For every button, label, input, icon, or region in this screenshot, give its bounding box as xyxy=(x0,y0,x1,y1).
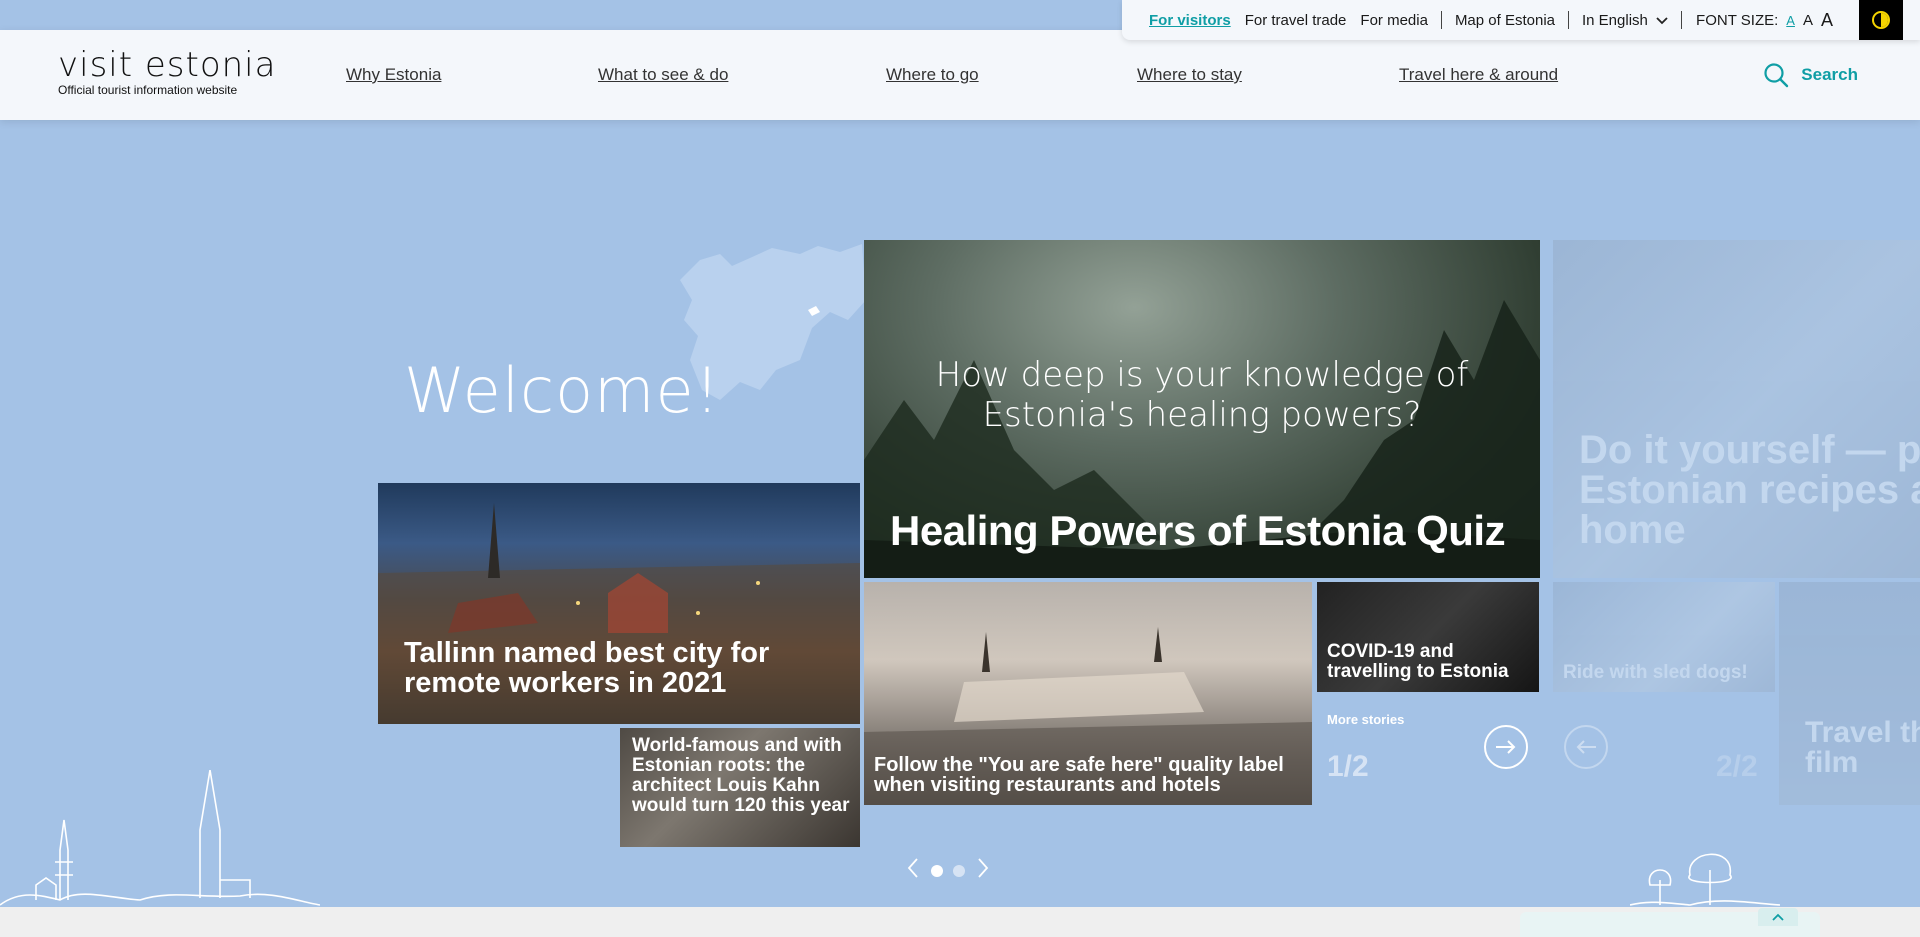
main-header: visit estonia Official tourist informati… xyxy=(0,30,1920,120)
chevron-down-icon xyxy=(1656,16,1668,24)
quiz-question: How deep is your knowledge of Estonia's … xyxy=(935,355,1469,435)
divider xyxy=(1440,11,1442,29)
high-contrast-button[interactable] xyxy=(1858,0,1903,40)
welcome-heading: Welcome! xyxy=(404,354,721,427)
for-visitors-link[interactable]: For visitors xyxy=(1142,12,1238,29)
font-size-label: FONT SIZE: xyxy=(1696,11,1779,29)
chevron-left-icon xyxy=(907,858,918,878)
for-travel-trade-link[interactable]: For travel trade xyxy=(1238,12,1354,29)
back-to-top-button[interactable] xyxy=(1758,908,1798,926)
arrow-right-icon xyxy=(1496,740,1516,754)
next-slide-button[interactable] xyxy=(1484,725,1528,769)
divider xyxy=(1681,11,1683,29)
map-of-estonia-link[interactable]: Map of Estonia xyxy=(1448,12,1562,29)
font-size-large-button[interactable]: A xyxy=(1821,10,1833,31)
slide-counter: 1/2 xyxy=(1327,750,1369,783)
covid-card-title: COVID-19 and travelling to Estonia xyxy=(1327,641,1509,682)
nav-what-to-see-do[interactable]: What to see & do xyxy=(598,65,728,85)
font-size-medium-button[interactable]: A xyxy=(1803,12,1813,29)
contrast-icon xyxy=(1871,11,1890,29)
logo-wordmark: visit estonia xyxy=(58,45,277,85)
nav-where-to-go[interactable]: Where to go xyxy=(886,65,979,85)
tallinn-card-title: Tallinn named best city for remote worke… xyxy=(404,637,770,699)
quiz-card[interactable]: How deep is your knowledge of Estonia's … xyxy=(864,240,1540,578)
covid-travel-card[interactable]: COVID-19 and travelling to Estonia xyxy=(1317,582,1539,692)
site-logo[interactable]: visit estonia Official tourist informati… xyxy=(58,48,276,97)
tallinn-remote-workers-card[interactable]: Tallinn named best city for remote worke… xyxy=(378,483,860,724)
language-label: In English xyxy=(1582,11,1648,29)
chevron-right-icon xyxy=(978,858,989,878)
search-button[interactable]: Search xyxy=(1763,62,1858,88)
travel-film-card-title: Travel th film xyxy=(1805,716,1920,779)
utility-bar: For visitors For travel trade For media … xyxy=(1122,0,1920,40)
pager-dot-1[interactable] xyxy=(931,865,943,877)
search-label: Search xyxy=(1801,65,1858,84)
sled-dogs-card-preview[interactable]: Ride with sled dogs! xyxy=(1553,582,1775,692)
safe-here-label-card[interactable]: Follow the "You are safe here" quality l… xyxy=(864,582,1312,805)
pager-dot-2[interactable] xyxy=(953,865,965,877)
search-icon xyxy=(1764,63,1789,88)
language-select[interactable]: In English xyxy=(1575,12,1675,29)
quiz-title: Healing Powers of Estonia Quiz xyxy=(890,507,1506,554)
pager-prev-button[interactable] xyxy=(900,857,926,885)
tallinn-skyline-illustration xyxy=(0,770,320,906)
font-size-small-button[interactable]: A xyxy=(1786,13,1795,28)
travel-film-card-preview[interactable]: Travel th film xyxy=(1779,582,1920,805)
back-to-top-bar xyxy=(1520,908,1820,937)
arrow-left-icon xyxy=(1576,740,1596,754)
prev-slide-button-preview[interactable] xyxy=(1564,725,1608,769)
for-media-link[interactable]: For media xyxy=(1353,12,1435,29)
recipes-card-preview[interactable]: Do it yourself — po Estonian recipes at … xyxy=(1553,240,1920,578)
recipes-card-title: Do it yourself — po Estonian recipes at … xyxy=(1579,428,1920,552)
louis-kahn-card[interactable]: World-famous and with Estonian roots: th… xyxy=(620,728,860,847)
more-stories-label: More stories xyxy=(1327,712,1405,727)
divider xyxy=(1568,11,1569,29)
pager-next-button[interactable] xyxy=(970,857,996,885)
safe-card-title: Follow the "You are safe here" quality l… xyxy=(874,754,1284,796)
chevron-up-icon xyxy=(1772,913,1784,921)
nav-why-estonia[interactable]: Why Estonia xyxy=(346,65,441,85)
sled-dogs-card-title: Ride with sled dogs! xyxy=(1563,662,1748,683)
tree-illustration xyxy=(1630,853,1780,906)
logo-tagline: Official tourist information website xyxy=(58,83,238,97)
nav-travel-here-around[interactable]: Travel here & around xyxy=(1399,65,1558,85)
slide-counter-preview: 2/2 xyxy=(1716,750,1758,783)
nav-where-to-stay[interactable]: Where to stay xyxy=(1137,65,1242,85)
carousel-pager xyxy=(900,857,996,885)
kahn-card-title: World-famous and with Estonian roots: th… xyxy=(632,735,850,816)
